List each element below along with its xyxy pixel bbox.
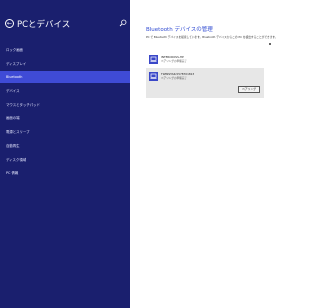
device-icon [149,55,158,64]
device-icon [149,72,158,81]
sidebar-item-power-sleep[interactable]: 電源とスリープ [0,126,130,138]
device-item-selected[interactable]: TWINSTAR-5578701813 ペアリングの準備完了 ペアリング [146,68,264,98]
page-description: PC で Bluetooth デバイスを検索しています。Bluetooth デバ… [146,35,278,39]
sidebar-header: ← PCとデバイス [5,19,127,31]
search-icon[interactable] [119,19,127,27]
mouse-cursor [269,43,271,45]
sidebar-title: PCとデバイス [17,20,71,30]
main-content: Bluetooth デバイスの管理 PC で Bluetooth デバイスを検索… [130,0,303,308]
sidebar-item-disk-space[interactable]: ディスク領域 [0,154,130,166]
sidebar-item-pc-info[interactable]: PC 情報 [0,167,130,179]
sidebar-item-bluetooth[interactable]: Bluetooth [0,71,130,84]
page-title: Bluetooth デバイスの管理 [146,27,213,33]
pair-button[interactable]: ペアリング [238,86,260,93]
sidebar-item-devices[interactable]: デバイス [0,85,130,97]
settings-sidebar: ← PCとデバイス ロック画面 ディスプレイ Bluetooth デバイス マウ… [0,0,130,308]
device-status: ペアリングの準備完了 [161,60,187,63]
back-arrow-icon[interactable]: ← [5,19,14,28]
sidebar-item-display[interactable]: ディスプレイ [0,58,130,70]
device-status: ペアリングの準備完了 [161,77,187,80]
sidebar-nav: ロック画面 ディスプレイ Bluetooth デバイス マウスとタッチパッド 画… [0,44,130,181]
sidebar-item-autoplay[interactable]: 自動再生 [0,140,130,152]
sidebar-item-mouse-touchpad[interactable]: マウスとタッチパッド [0,99,130,111]
sidebar-item-lock-screen[interactable]: ロック画面 [0,44,130,56]
sidebar-item-corners-edges[interactable]: 画面の端 [0,112,130,124]
device-item[interactable]: INTERCROSS-HP ペアリングの準備完了 [146,51,264,68]
